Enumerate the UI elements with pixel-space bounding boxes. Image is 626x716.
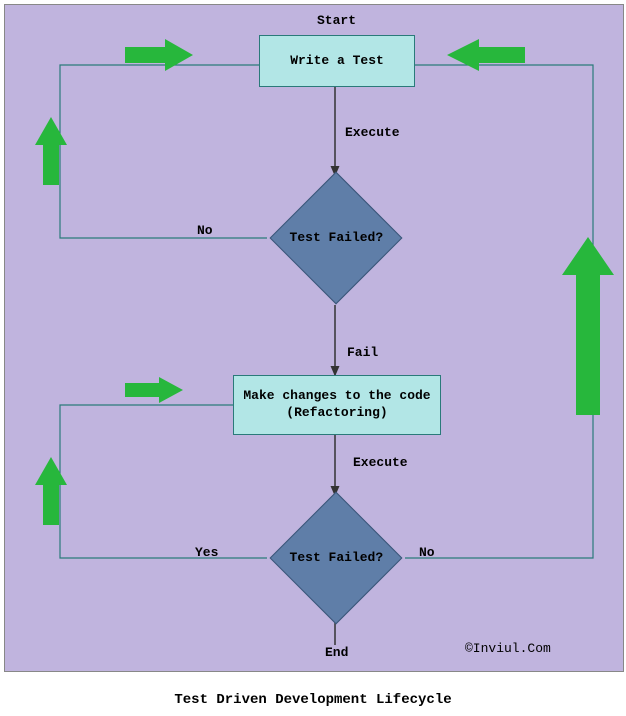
diagram-title: Test Driven Development Lifecycle bbox=[0, 692, 626, 708]
no-label-1: No bbox=[197, 223, 213, 238]
no-label-2: No bbox=[419, 545, 435, 560]
process-refactor-text: Make changes to the code (Refactoring) bbox=[243, 388, 430, 422]
process-write-test-text: Write a Test bbox=[290, 53, 384, 70]
execute-label-1: Execute bbox=[345, 125, 400, 140]
green-arrow-up2-icon bbox=[33, 455, 69, 525]
refactor-line2: (Refactoring) bbox=[286, 405, 387, 420]
fail-label: Fail bbox=[347, 345, 378, 360]
green-arrow-left-icon bbox=[445, 37, 525, 73]
decision-test-failed-2: Test Failed? bbox=[270, 492, 403, 625]
diagram-canvas: Start Write a Test Execute Test Failed? … bbox=[4, 4, 624, 672]
credit-label: ©Inviul.Com bbox=[465, 641, 551, 656]
decision1-text: Test Failed? bbox=[266, 230, 406, 245]
start-label: Start bbox=[317, 13, 356, 28]
green-arrow-right2-icon bbox=[125, 375, 185, 405]
green-arrow-up-large-icon bbox=[560, 235, 616, 415]
end-label: End bbox=[325, 645, 348, 660]
yes-label: Yes bbox=[195, 545, 218, 560]
green-arrow-up-icon bbox=[33, 115, 69, 185]
decision-test-failed-1: Test Failed? bbox=[270, 172, 403, 305]
decision2-text: Test Failed? bbox=[266, 550, 406, 565]
process-refactor: Make changes to the code (Refactoring) bbox=[233, 375, 441, 435]
refactor-line1: Make changes to the code bbox=[243, 388, 430, 403]
green-arrow-right-icon bbox=[125, 37, 195, 73]
process-write-test: Write a Test bbox=[259, 35, 415, 87]
execute-label-2: Execute bbox=[353, 455, 408, 470]
